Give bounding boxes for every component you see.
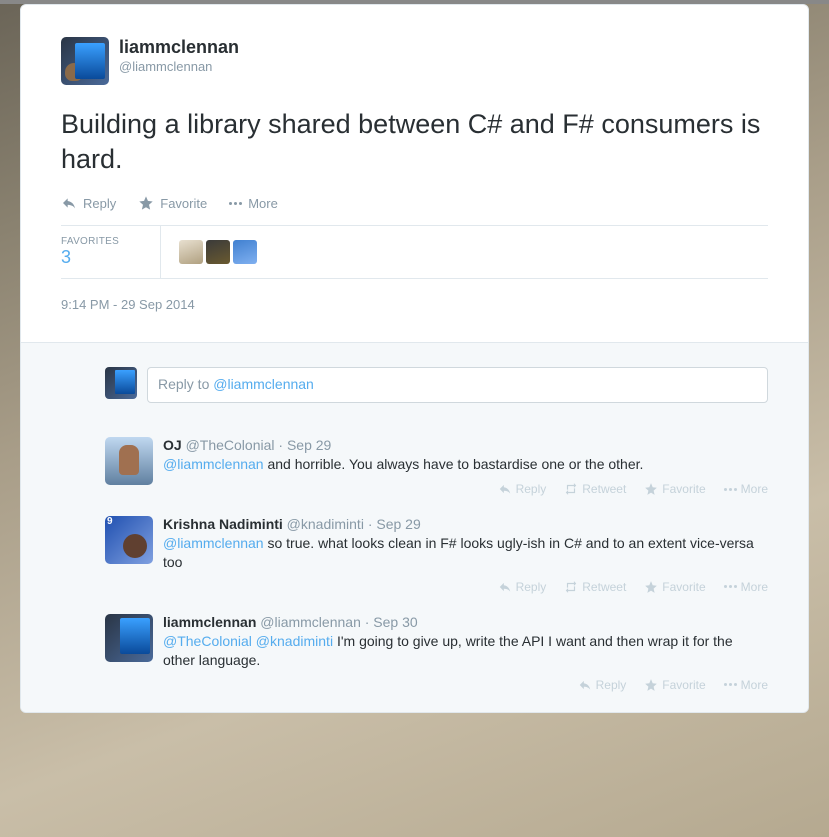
reply-icon xyxy=(578,678,592,692)
reply-avatar[interactable] xyxy=(105,516,153,564)
reply-name[interactable]: OJ xyxy=(163,437,182,453)
reply-action-more[interactable]: More xyxy=(724,580,768,594)
reply-body: liammclennan @liammclennan · Sep 30 @TheC… xyxy=(163,614,768,692)
star-icon xyxy=(644,678,658,692)
reply-name[interactable]: Krishna Nadiminti xyxy=(163,516,283,532)
reply-action-more[interactable]: More xyxy=(724,678,768,692)
reply-date[interactable]: · Sep 30 xyxy=(361,614,418,630)
retweet-icon xyxy=(564,580,578,594)
reply-avatar[interactable] xyxy=(105,437,153,485)
reply-action-reply[interactable]: Reply xyxy=(578,678,627,692)
favorite-button[interactable]: Favorite xyxy=(138,195,207,211)
reply-action-favorite[interactable]: Favorite xyxy=(644,580,705,594)
reply-header: Krishna Nadiminti @knadiminti · Sep 29 xyxy=(163,516,768,532)
dots-icon xyxy=(724,585,737,588)
reply-date[interactable]: · Sep 29 xyxy=(364,516,421,532)
favorites-count: 3 xyxy=(61,247,142,268)
reply-body: OJ @TheColonial · Sep 29 @liammclennan an… xyxy=(163,437,768,496)
reply-action-favorite[interactable]: Favorite xyxy=(644,678,705,692)
reply-item: liammclennan @liammclennan · Sep 30 @TheC… xyxy=(61,602,768,700)
reply-body: Krishna Nadiminti @knadiminti · Sep 29 @l… xyxy=(163,516,768,594)
reply-icon xyxy=(498,580,512,594)
reply-mention[interactable]: @liammclennan xyxy=(163,456,264,472)
reply-action-reply[interactable]: Reply xyxy=(498,482,547,496)
reply-composer: Reply to @liammclennan xyxy=(61,355,768,425)
tweet-timestamp[interactable]: 9:14 PM - 29 Sep 2014 xyxy=(61,279,768,342)
retweet-icon xyxy=(564,482,578,496)
favorites-label: FAVORITES xyxy=(61,236,142,247)
reply-actions: Reply Retweet Favorite More xyxy=(163,474,768,496)
stats-bar: FAVORITES 3 xyxy=(61,225,768,279)
own-avatar[interactable] xyxy=(105,367,137,399)
reply-text: @liammclennan and horrible. You always h… xyxy=(163,455,768,474)
favoriter-avatar[interactable] xyxy=(233,240,257,264)
reply-header: liammclennan @liammclennan · Sep 30 xyxy=(163,614,768,630)
reply-icon xyxy=(498,482,512,496)
reply-header: OJ @TheColonial · Sep 29 xyxy=(163,437,768,453)
reply-item: OJ @TheColonial · Sep 29 @liammclennan an… xyxy=(61,425,768,504)
reply-handle[interactable]: @knadiminti xyxy=(283,516,364,532)
reply-name[interactable]: liammclennan xyxy=(163,614,256,630)
tweet-card: liammclennan @liammclennan Building a li… xyxy=(20,4,809,713)
user-handle[interactable]: @liammclennan xyxy=(119,59,239,74)
display-name[interactable]: liammclennan xyxy=(119,37,239,59)
favoriter-avatar[interactable] xyxy=(179,240,203,264)
reply-item: Krishna Nadiminti @knadiminti · Sep 29 @l… xyxy=(61,504,768,602)
star-icon xyxy=(644,580,658,594)
reply-icon xyxy=(61,195,77,211)
dots-icon xyxy=(724,683,737,686)
favoriter-avatars xyxy=(161,240,257,264)
reply-date[interactable]: · Sep 29 xyxy=(275,437,332,453)
tweet-text: Building a library shared between C# and… xyxy=(61,107,768,177)
dots-icon xyxy=(229,202,242,205)
reply-text: @liammclennan so true. what looks clean … xyxy=(163,534,768,572)
more-button[interactable]: More xyxy=(229,195,278,211)
reply-action-retweet[interactable]: Retweet xyxy=(564,482,626,496)
reply-handle[interactable]: @TheColonial xyxy=(182,437,275,453)
reply-action-retweet[interactable]: Retweet xyxy=(564,580,626,594)
reply-avatar[interactable] xyxy=(105,614,153,662)
reply-handle[interactable]: @liammclennan xyxy=(256,614,360,630)
star-icon xyxy=(138,195,154,211)
reply-button[interactable]: Reply xyxy=(61,195,116,211)
reply-actions: ReplyRetweetFavoriteMore xyxy=(163,670,768,692)
favorites-stat[interactable]: FAVORITES 3 xyxy=(61,226,161,278)
reply-mention[interactable]: @liammclennan xyxy=(163,535,264,551)
reply-action-more[interactable]: More xyxy=(724,482,768,496)
reply-actions: Reply Retweet Favorite More xyxy=(163,572,768,594)
reply-action-reply[interactable]: Reply xyxy=(498,580,547,594)
reply-action-favorite[interactable]: Favorite xyxy=(644,482,705,496)
reply-section: Reply to @liammclennan OJ @TheColonial ·… xyxy=(21,342,808,711)
reply-mention[interactable]: @TheColonial @knadiminti xyxy=(163,633,333,649)
favoriter-avatar[interactable] xyxy=(206,240,230,264)
star-icon xyxy=(644,482,658,496)
profile-header[interactable]: liammclennan @liammclennan xyxy=(61,37,768,85)
dots-icon xyxy=(724,488,737,491)
main-tweet: liammclennan @liammclennan Building a li… xyxy=(21,5,808,342)
reply-input[interactable]: Reply to @liammclennan xyxy=(147,367,768,403)
reply-text: @TheColonial @knadiminti I'm going to gi… xyxy=(163,632,768,670)
avatar[interactable] xyxy=(61,37,109,85)
tweet-actions: Reply Favorite More xyxy=(61,195,768,225)
